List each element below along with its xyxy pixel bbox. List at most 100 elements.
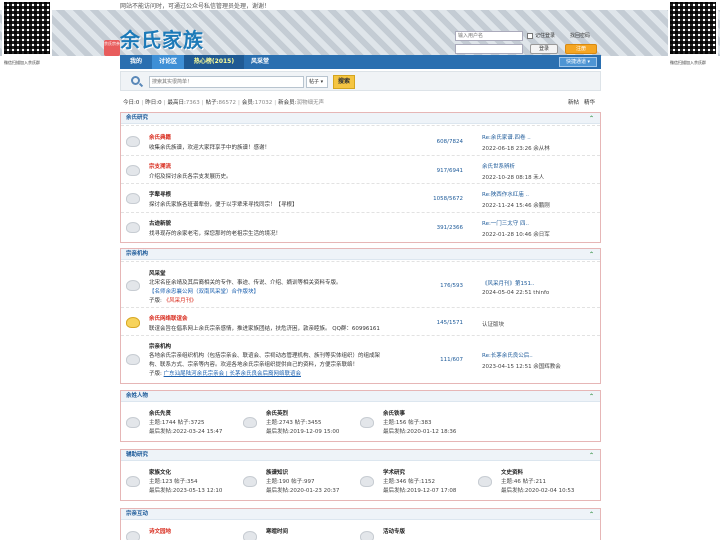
forum-stat: 主题:2743 帖子:3455 bbox=[266, 420, 322, 426]
register-button[interactable]: 注册 bbox=[565, 44, 597, 54]
forum-desc: 找寻现存的余家老宅，探您那时的老祖宗生活的境况！ bbox=[149, 231, 282, 237]
new-posts-link[interactable]: 新帖 bbox=[568, 100, 579, 106]
forum-name[interactable]: 诗文园地 bbox=[149, 527, 171, 535]
forum-last-post: 最后发帖:2020-01-23 20:37 bbox=[266, 488, 340, 494]
section-title[interactable]: 宗亲互动 ⌃ bbox=[121, 509, 600, 520]
forum-name[interactable]: 余氏先贤 bbox=[149, 409, 171, 417]
section-yu-figures: 余姓人物 ⌃ 余氏先贤 主题:1744 帖子:3725 最后发帖:2022-03-… bbox=[120, 390, 601, 442]
forum-desc: 联谊会旨在倡系网上余氏宗亲感情，推进家族团结，扶危济困，敦亲睦族。 QQ群：60… bbox=[149, 326, 380, 332]
section-title[interactable]: 宗亲机构 ⌃ bbox=[121, 249, 600, 260]
forum-name[interactable]: 族谱知识 bbox=[266, 468, 288, 476]
forum-last-post[interactable]: Re:长茅余氏良公后.. 2023-04-15 12:51 余国辉教会 bbox=[482, 351, 561, 370]
forum-status-icon bbox=[126, 354, 140, 365]
forum-last-post[interactable]: Re:一门三太守 四.. 2022-01-28 10:46 余日军 bbox=[482, 219, 550, 238]
forum-row[interactable]: 宗亲机构 各地余氏宗亲组织机构（包括宗亲会、联谊会、宗祠动态管理机构、族刊等实体… bbox=[121, 335, 600, 383]
forum-status-icon bbox=[243, 531, 257, 540]
find-password-link[interactable]: 找回密码 bbox=[570, 32, 590, 39]
forum-desc-extra: 构、联系方式、宗亲等内容。欢迎各地余氏宗亲组织提供自己的资料，方便宗亲联络！ bbox=[149, 362, 359, 368]
forum-desc: 探讨余氏家族各班谱辈份，便于以字辈来寻找同宗！【寻根】 bbox=[149, 202, 298, 208]
forum-stat: 主题:123 帖子:354 bbox=[149, 479, 198, 485]
logo-tag: 余氏宗亲 bbox=[104, 40, 120, 56]
forum-status-icon bbox=[243, 417, 257, 428]
forum-name[interactable]: 古迹新貌 bbox=[149, 219, 171, 227]
section-title[interactable]: 余姓人物 ⌃ bbox=[121, 391, 600, 402]
digest-link[interactable]: 精华 bbox=[584, 100, 595, 106]
search-input[interactable] bbox=[149, 76, 304, 88]
forum-row[interactable]: 字辈寻根 探讨余氏家族各班谱辈份，便于以字辈来寻找同宗！【寻根】 1058/56… bbox=[121, 183, 600, 212]
site-header: 余氏宗亲 余氏家族 记住登录 找回密码 登录 注册 bbox=[0, 10, 720, 56]
forum-stats: 今日:0 | 昨日:0 | 最高日:7363 | 帖子:86572 | 会员:17032 | 新会员… bbox=[123, 100, 324, 106]
username-input[interactable] bbox=[455, 31, 523, 41]
forum-name[interactable]: 余氏典籍 bbox=[149, 133, 171, 141]
forum-name[interactable]: 余氏网络联谊会 bbox=[149, 314, 188, 322]
forum-count: 608/7824 bbox=[436, 139, 463, 145]
collapse-icon[interactable]: ⌃ bbox=[589, 450, 594, 461]
quick-channel-button[interactable]: 快捷通道 ▾ bbox=[559, 57, 597, 67]
forum-count: 1058/5672 bbox=[433, 196, 463, 202]
search-type-select[interactable]: 帖子 ▾ bbox=[306, 76, 328, 88]
section-title[interactable]: 余氏研究 ⌃ bbox=[121, 113, 600, 124]
forum-name[interactable]: 活动专版 bbox=[383, 527, 405, 535]
remember-login[interactable]: 记住登录 bbox=[527, 32, 555, 39]
collapse-icon[interactable]: ⌃ bbox=[589, 509, 594, 520]
search-button[interactable]: 搜索 bbox=[333, 75, 355, 89]
forum-last-post[interactable]: Re:余氏家谱.四卷 .. 2022-06-18 23:26 余从林 bbox=[482, 133, 550, 152]
nav-hot-list[interactable]: 热心榜(2015) bbox=[184, 55, 244, 69]
forum-row[interactable]: 风采堂 北宋名臣余靖及其后裔相关的专作、事迹、传说、介绍、嫡训等相关资料专版。 … bbox=[121, 261, 600, 307]
forum-stat: 主题:346 帖子:1152 bbox=[383, 479, 435, 485]
collapse-icon[interactable]: ⌃ bbox=[589, 249, 594, 260]
nav-my[interactable]: 我的 bbox=[120, 55, 152, 69]
forum-name[interactable]: 文史资料 bbox=[501, 468, 523, 476]
forum-name[interactable]: 宗支溯流 bbox=[149, 162, 171, 170]
forum-last-post: 最后发帖:2022-03-24 15:47 bbox=[149, 429, 223, 435]
forum-new-icon bbox=[126, 317, 140, 328]
forum-last-post: 最后发帖:2019-12-09 15:00 bbox=[266, 429, 340, 435]
forum-row[interactable]: 古迹新貌 找寻现存的余家老宅，探您那时的老祖宗生活的境况！ 391/2366 R… bbox=[121, 212, 600, 242]
subforum-link[interactable]: 广东汕尾陆河余氏宗亲会 | 长茅余氏良会后裔网络联谊会 bbox=[164, 371, 301, 377]
login-button[interactable]: 登录 bbox=[530, 44, 558, 54]
forum-status-icon bbox=[126, 136, 140, 147]
forum-name[interactable]: 宗亲机构 bbox=[149, 342, 171, 350]
collapse-icon[interactable]: ⌃ bbox=[589, 391, 594, 402]
forum-name[interactable]: 余氏英烈 bbox=[266, 409, 288, 417]
subforum-list: 子版: 广东汕尾陆河余氏宗亲会 | 长茅余氏良会后裔网络联谊会 bbox=[149, 371, 301, 377]
forum-row[interactable]: 宗支溯流 介绍及探讨余氏各宗支发展历史。 917/6941 余氏世系辨析 2022… bbox=[121, 155, 600, 183]
forum-count: 917/6941 bbox=[436, 168, 463, 174]
nav-fengcaitang[interactable]: 风采堂 bbox=[244, 55, 276, 69]
forum-status-icon bbox=[126, 165, 140, 176]
newest-member-link[interactable]: 润物细无声 bbox=[296, 100, 324, 106]
collapse-icon[interactable]: ⌃ bbox=[589, 113, 594, 124]
forum-last-post[interactable]: 《风采月刊》第151.. 2024-05-04 22:51 thinfo bbox=[482, 279, 549, 296]
qr-caption-left: 微信扫描加入余氏群 bbox=[4, 60, 40, 65]
forum-last-post: 最后发帖:2020-01-12 18:36 bbox=[383, 429, 457, 435]
qr-caption-right: 微信扫描加入余氏群 bbox=[670, 60, 706, 65]
forum-last-post[interactable]: 余氏世系辨析 2022-10-28 08:18 禾人 bbox=[482, 162, 544, 181]
forum-last-post: 最后发帖:2020-02-04 10:53 bbox=[501, 488, 575, 494]
forum-row[interactable]: 余氏网络联谊会 联谊会旨在倡系网上余氏宗亲感情，推进家族团结，扶危济困，敦亲睦族… bbox=[121, 307, 600, 335]
forum-name[interactable]: 家族文化 bbox=[149, 468, 171, 476]
forum-count: 145/1571 bbox=[436, 320, 463, 326]
nav-forum[interactable]: 讨论区 bbox=[152, 55, 184, 69]
password-input[interactable] bbox=[455, 44, 523, 54]
site-logo[interactable]: 余氏家族 bbox=[120, 24, 204, 53]
forum-stat: 主题:156 帖子:383 bbox=[383, 420, 432, 426]
forum-last-post[interactable]: Re:陕西作水红庙 .. 2022-11-24 15:46 余鹏刚 bbox=[482, 190, 550, 209]
forum-name[interactable]: 风采堂 bbox=[149, 269, 166, 277]
forum-name[interactable]: 寒暄时间 bbox=[266, 527, 288, 535]
forum-name[interactable]: 余氏铁事 bbox=[383, 409, 405, 417]
forum-status-icon bbox=[126, 193, 140, 204]
forum-stat: 主题:1744 帖子:3725 bbox=[149, 420, 205, 426]
section-title[interactable]: 辅助研究 ⌃ bbox=[121, 450, 600, 461]
forum-count: 111/607 bbox=[440, 357, 463, 363]
subforum-link[interactable]: 《风采月刊》 bbox=[164, 298, 197, 304]
forum-desc: 各地余氏宗亲组织机构（包括宗亲会、联谊会、宗祠动态管理机构、族刊等实体组织）的组… bbox=[149, 353, 381, 359]
forum-name[interactable]: 学术研究 bbox=[383, 468, 405, 476]
forum-name[interactable]: 字辈寻根 bbox=[149, 190, 171, 198]
forum-desc: 北宋名臣余靖及其后裔相关的专作、事迹、传说、介绍、嫡训等相关资料专版。 bbox=[149, 280, 342, 286]
qr-code-right bbox=[668, 0, 718, 56]
forum-row[interactable]: 余氏典籍 收集余氏族谱，欢迎大家拜享手中的族谱！感谢！ 608/7824 Re:… bbox=[121, 125, 600, 155]
forum-desc: 收集余氏族谱，欢迎大家拜享手中的族谱！感谢！ bbox=[149, 145, 271, 151]
remember-checkbox[interactable] bbox=[527, 32, 533, 39]
forum-last-post[interactable]: 认证版块 bbox=[482, 320, 504, 328]
forum-stat: 主题:46 帖子:211 bbox=[501, 479, 546, 485]
